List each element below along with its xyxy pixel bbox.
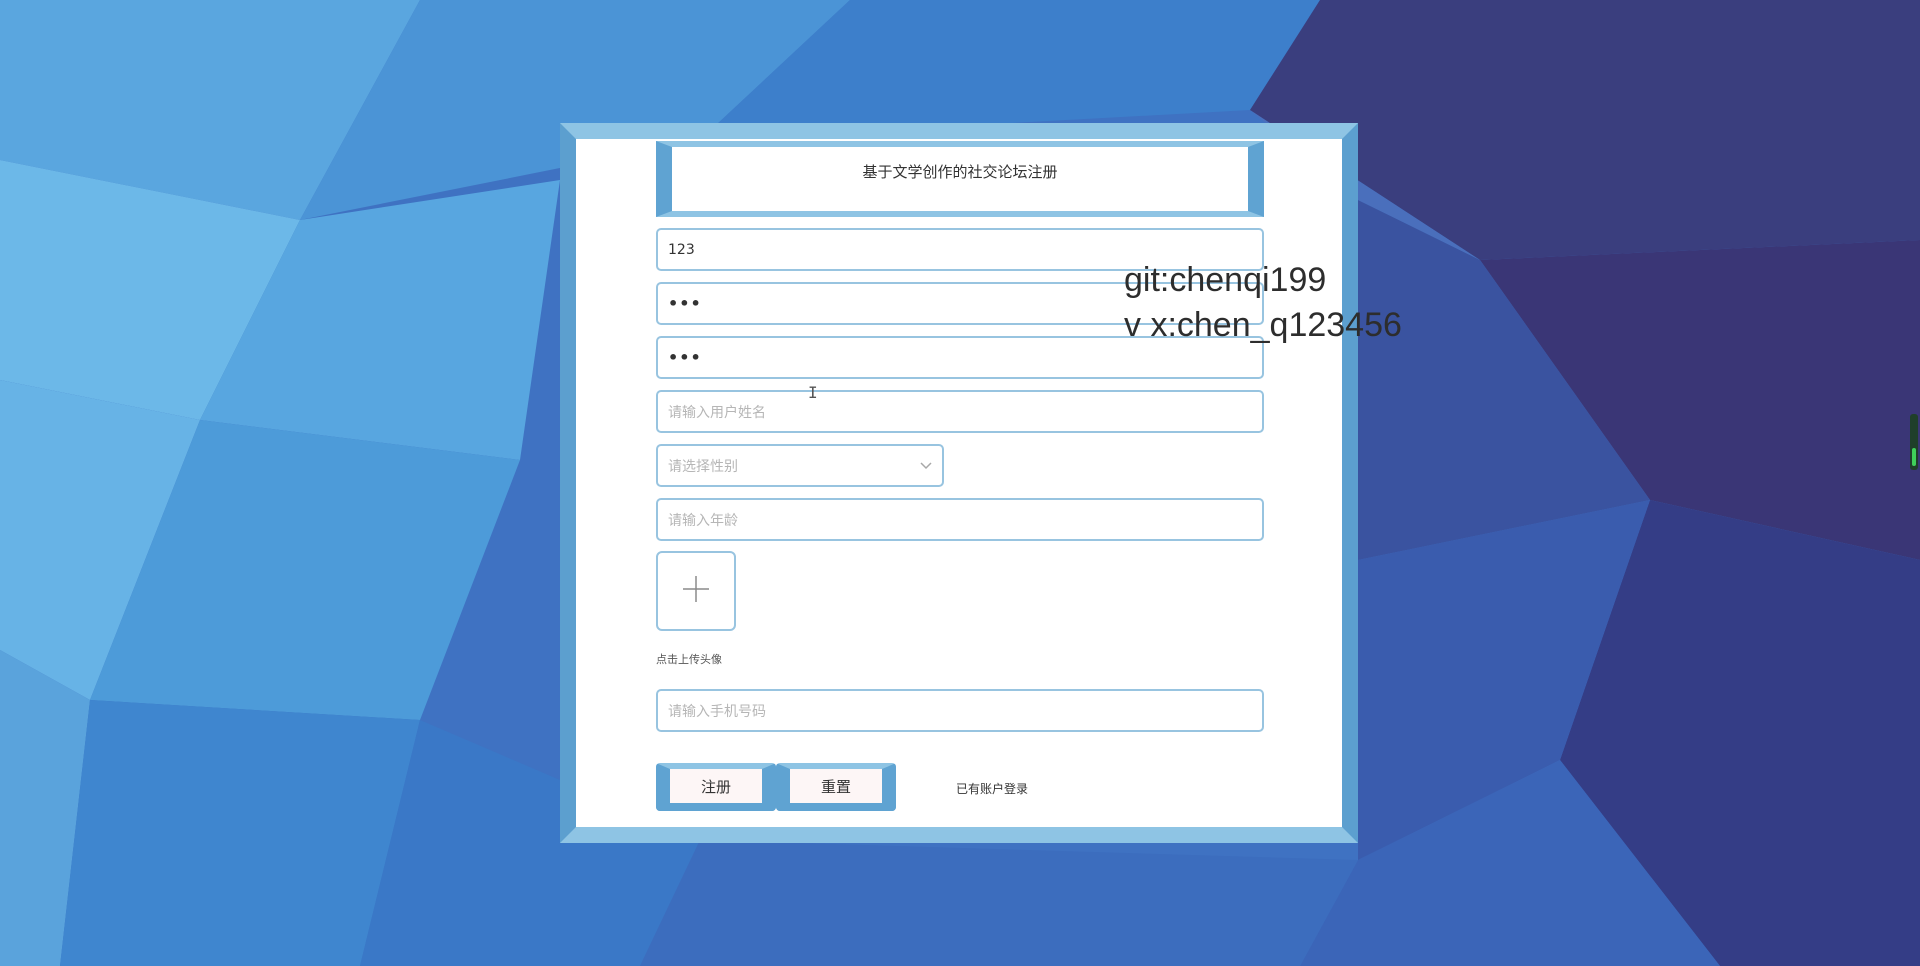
realname-placeholder: 请输入用户姓名 [668, 404, 766, 421]
password-value: ••• [668, 294, 702, 313]
watermark-line-1: git:chenqi199 [1124, 261, 1327, 299]
age-placeholder: 请输入年龄 [668, 512, 738, 529]
reset-button[interactable]: 重置 [776, 763, 896, 811]
reset-button-label: 重置 [820, 777, 851, 796]
login-link[interactable]: 已有账户登录 [956, 780, 1028, 797]
register-button[interactable]: 注册 [656, 763, 776, 811]
username-value: 123 [668, 241, 695, 258]
scrollbar-thumb[interactable] [1912, 448, 1916, 466]
side-scrollbar[interactable] [1910, 414, 1918, 470]
text-cursor-icon: I [808, 383, 818, 402]
upload-hint: 点击上传头像 [656, 653, 722, 666]
gender-placeholder: 请选择性别 [668, 458, 738, 475]
plus-icon [681, 574, 711, 608]
phone-placeholder: 请输入手机号码 [668, 703, 766, 720]
age-input[interactable]: 请输入年龄 [656, 498, 1264, 541]
watermark: git:chenqi199 v x:chen_q123456 [1124, 258, 1402, 348]
register-button-label: 注册 [700, 777, 731, 796]
gender-select[interactable]: 请选择性别 [656, 444, 944, 487]
form-title: 基于文学创作的社交论坛注册 [656, 141, 1264, 217]
watermark-line-2: v x:chen_q123456 [1124, 306, 1402, 344]
phone-input[interactable]: 请输入手机号码 [656, 689, 1264, 732]
chevron-down-icon [920, 459, 932, 473]
avatar-upload-button[interactable] [656, 551, 736, 631]
realname-input[interactable]: 请输入用户姓名 [656, 390, 1264, 433]
form-title-text: 基于文学创作的社交论坛注册 [862, 163, 1058, 181]
confirm-password-value: ••• [668, 348, 702, 367]
